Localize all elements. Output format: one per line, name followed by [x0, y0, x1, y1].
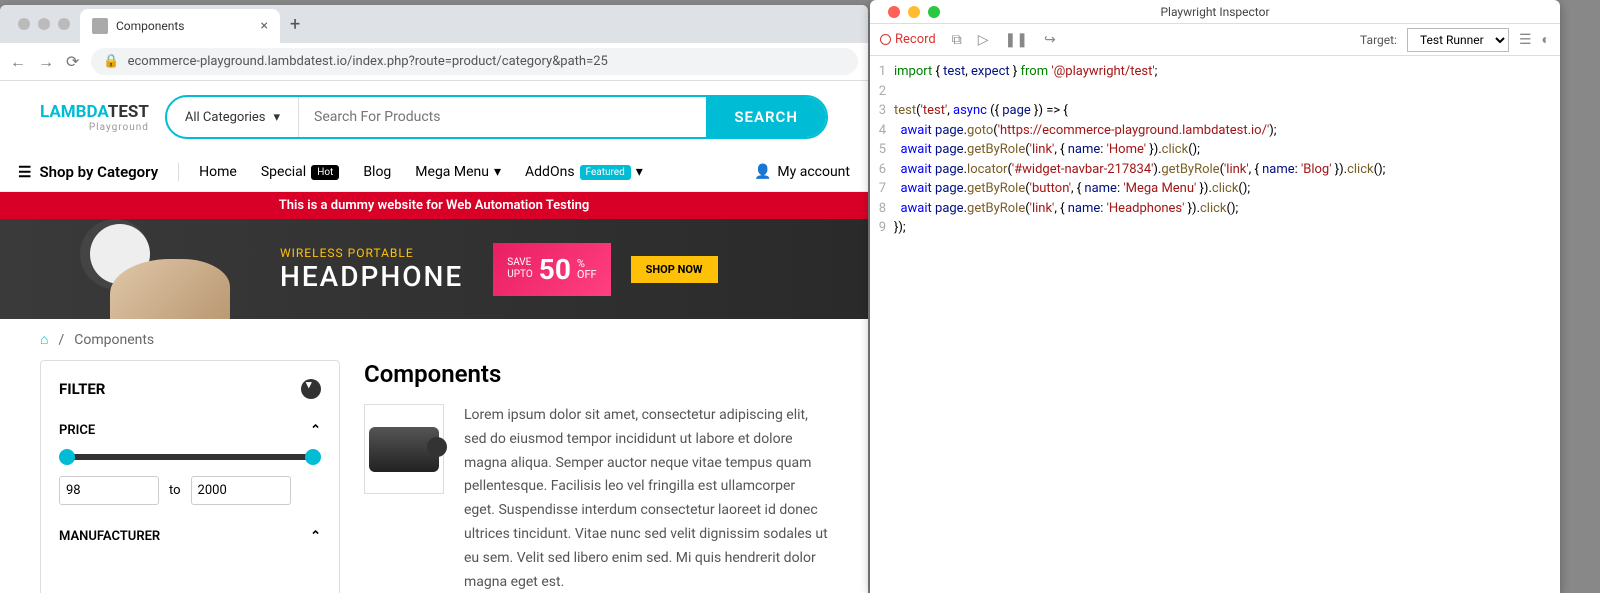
category-image	[364, 404, 444, 494]
minimize-window-icon[interactable]	[38, 18, 50, 30]
browser-window: Components × + ← → ⟳ 🔒 ecommerce-playgro…	[0, 5, 868, 593]
main-content: Components Lorem ipsum dolor sit amet, c…	[364, 360, 828, 593]
search-input[interactable]	[299, 97, 706, 137]
code-editor[interactable]: 1import { test, expect } from '@playwrig…	[870, 56, 1560, 244]
browser-tab-bar: Components × +	[0, 5, 868, 43]
chevron-down-icon: ▾	[274, 110, 281, 125]
pause-icon[interactable]: ❚❚	[1005, 32, 1028, 48]
nav-mega-menu[interactable]: Mega Menu ▾	[415, 164, 501, 180]
chevron-down-icon: ▾	[636, 164, 643, 180]
filter-sidebar: FILTER PRICE ⌃ to	[40, 360, 340, 593]
breadcrumb: ⌂ / Components	[0, 319, 868, 360]
nav-addons-label: AddOns	[525, 164, 575, 180]
nav-special-label: Special	[261, 164, 306, 180]
record-button[interactable]: Record	[880, 32, 936, 47]
breadcrumb-current: Components	[74, 332, 154, 348]
maximize-window-icon[interactable]	[928, 6, 940, 18]
hero-title: HEADPHONE	[280, 260, 463, 293]
inspector-title: Playwright Inspector	[1160, 5, 1269, 19]
step-icon[interactable]: ↪	[1044, 32, 1056, 48]
url-input[interactable]: 🔒 ecommerce-playground.lambdatest.io/ind…	[91, 48, 858, 75]
announcement-bar: This is a dummy website for Web Automati…	[0, 192, 868, 219]
save-number: 50	[539, 253, 571, 286]
save-label: SAVE UPTO	[507, 257, 533, 281]
browser-tab[interactable]: Components ×	[80, 9, 280, 43]
logo-subtitle: Playground	[40, 122, 149, 133]
filter-toggle-icon[interactable]	[301, 379, 321, 399]
hot-badge: Hot	[311, 165, 339, 180]
new-tab-button[interactable]: +	[290, 14, 300, 35]
price-to-label: to	[169, 483, 181, 498]
hero-banner[interactable]: WIRELESS PORTABLE HEADPHONE SAVE UPTO 50…	[0, 219, 868, 319]
featured-badge: Featured	[580, 165, 631, 180]
breadcrumb-home-icon[interactable]: ⌂	[40, 331, 48, 348]
price-slider[interactable]	[63, 454, 317, 460]
menu-icon: ☰	[18, 163, 31, 181]
price-min-input[interactable]	[59, 476, 159, 505]
window-controls	[878, 6, 950, 18]
nav-special[interactable]: Special Hot	[261, 164, 339, 180]
forward-button[interactable]: →	[38, 52, 54, 72]
back-button[interactable]: ←	[10, 52, 26, 72]
category-selector[interactable]: All Categories ▾	[167, 97, 299, 137]
close-window-icon[interactable]	[18, 18, 30, 30]
window-controls	[8, 18, 80, 30]
nav-mega-label: Mega Menu	[415, 164, 489, 180]
filter-title: FILTER	[59, 380, 105, 398]
nav-home[interactable]: Home	[199, 164, 237, 180]
theme-icon[interactable]: ◐	[1542, 31, 1550, 48]
list-ic[interactable]: ☰	[1519, 32, 1532, 48]
tab-title: Components	[116, 19, 185, 33]
browser-viewport: LAMBDATEST Playground All Categories ▾ S…	[0, 81, 868, 593]
browser-address-bar: ← → ⟳ 🔒 ecommerce-playground.lambdatest.…	[0, 43, 868, 81]
record-icon	[880, 34, 891, 45]
target-selector[interactable]: Test Runner	[1407, 28, 1509, 52]
search-button[interactable]: SEARCH	[706, 97, 826, 137]
breadcrumb-sep: /	[58, 332, 64, 348]
chevron-up-icon[interactable]: ⌃	[310, 529, 321, 544]
shop-by-category[interactable]: ☰ Shop by Category	[18, 163, 179, 181]
shop-by-label: Shop by Category	[39, 163, 158, 181]
maximize-window-icon[interactable]	[58, 18, 70, 30]
copy-icon[interactable]: ⧉	[952, 32, 962, 48]
tab-favicon	[92, 18, 108, 34]
hero-image	[90, 219, 260, 319]
filter-manufacturer-label: MANUFACTURER	[59, 529, 160, 544]
url-text: ecommerce-playground.lambdatest.io/index…	[128, 54, 608, 69]
logo[interactable]: LAMBDATEST Playground	[40, 102, 149, 133]
category-description: Lorem ipsum dolor sit amet, consectetur …	[464, 404, 828, 593]
close-tab-icon[interactable]: ×	[261, 18, 268, 34]
chevron-down-icon: ▾	[494, 164, 501, 180]
nav-blog[interactable]: Blog	[363, 164, 391, 180]
close-window-icon[interactable]	[888, 6, 900, 18]
resume-icon[interactable]: ▷	[978, 32, 989, 48]
inspector-titlebar: Playwright Inspector	[870, 0, 1560, 24]
reload-button[interactable]: ⟳	[66, 52, 79, 71]
user-icon: 👤	[754, 164, 771, 180]
logo-text: LAMBDATEST	[40, 102, 149, 122]
search-bar: All Categories ▾ SEARCH	[165, 95, 828, 139]
main-nav: ☰ Shop by Category Home Special Hot Blog…	[0, 153, 868, 192]
shop-now-button[interactable]: SHOP NOW	[631, 256, 718, 283]
target-label: Target:	[1360, 33, 1397, 47]
category-label: All Categories	[185, 110, 266, 125]
site-header: LAMBDATEST Playground All Categories ▾ S…	[0, 81, 868, 153]
lock-icon: 🔒	[103, 54, 119, 69]
minimize-window-icon[interactable]	[908, 6, 920, 18]
nav-addons[interactable]: AddOns Featured ▾	[525, 164, 643, 180]
filter-price-label: PRICE	[59, 423, 95, 438]
hero-subtitle: WIRELESS PORTABLE	[280, 246, 463, 260]
page-title: Components	[364, 360, 828, 388]
my-account-label: My account	[777, 164, 850, 180]
inspector-toolbar: Record ⧉ ▷ ❚❚ ↪ Target: Test Runner ☰ ◐	[870, 24, 1560, 56]
chevron-up-icon[interactable]: ⌃	[310, 423, 321, 438]
my-account[interactable]: 👤 My account	[754, 164, 850, 180]
save-badge: SAVE UPTO 50 % OFF	[493, 243, 610, 296]
record-label: Record	[895, 32, 936, 47]
save-pct: % OFF	[577, 258, 597, 280]
inspector-window: Playwright Inspector Record ⧉ ▷ ❚❚ ↪ Tar…	[870, 0, 1560, 593]
price-max-input[interactable]	[191, 476, 291, 505]
